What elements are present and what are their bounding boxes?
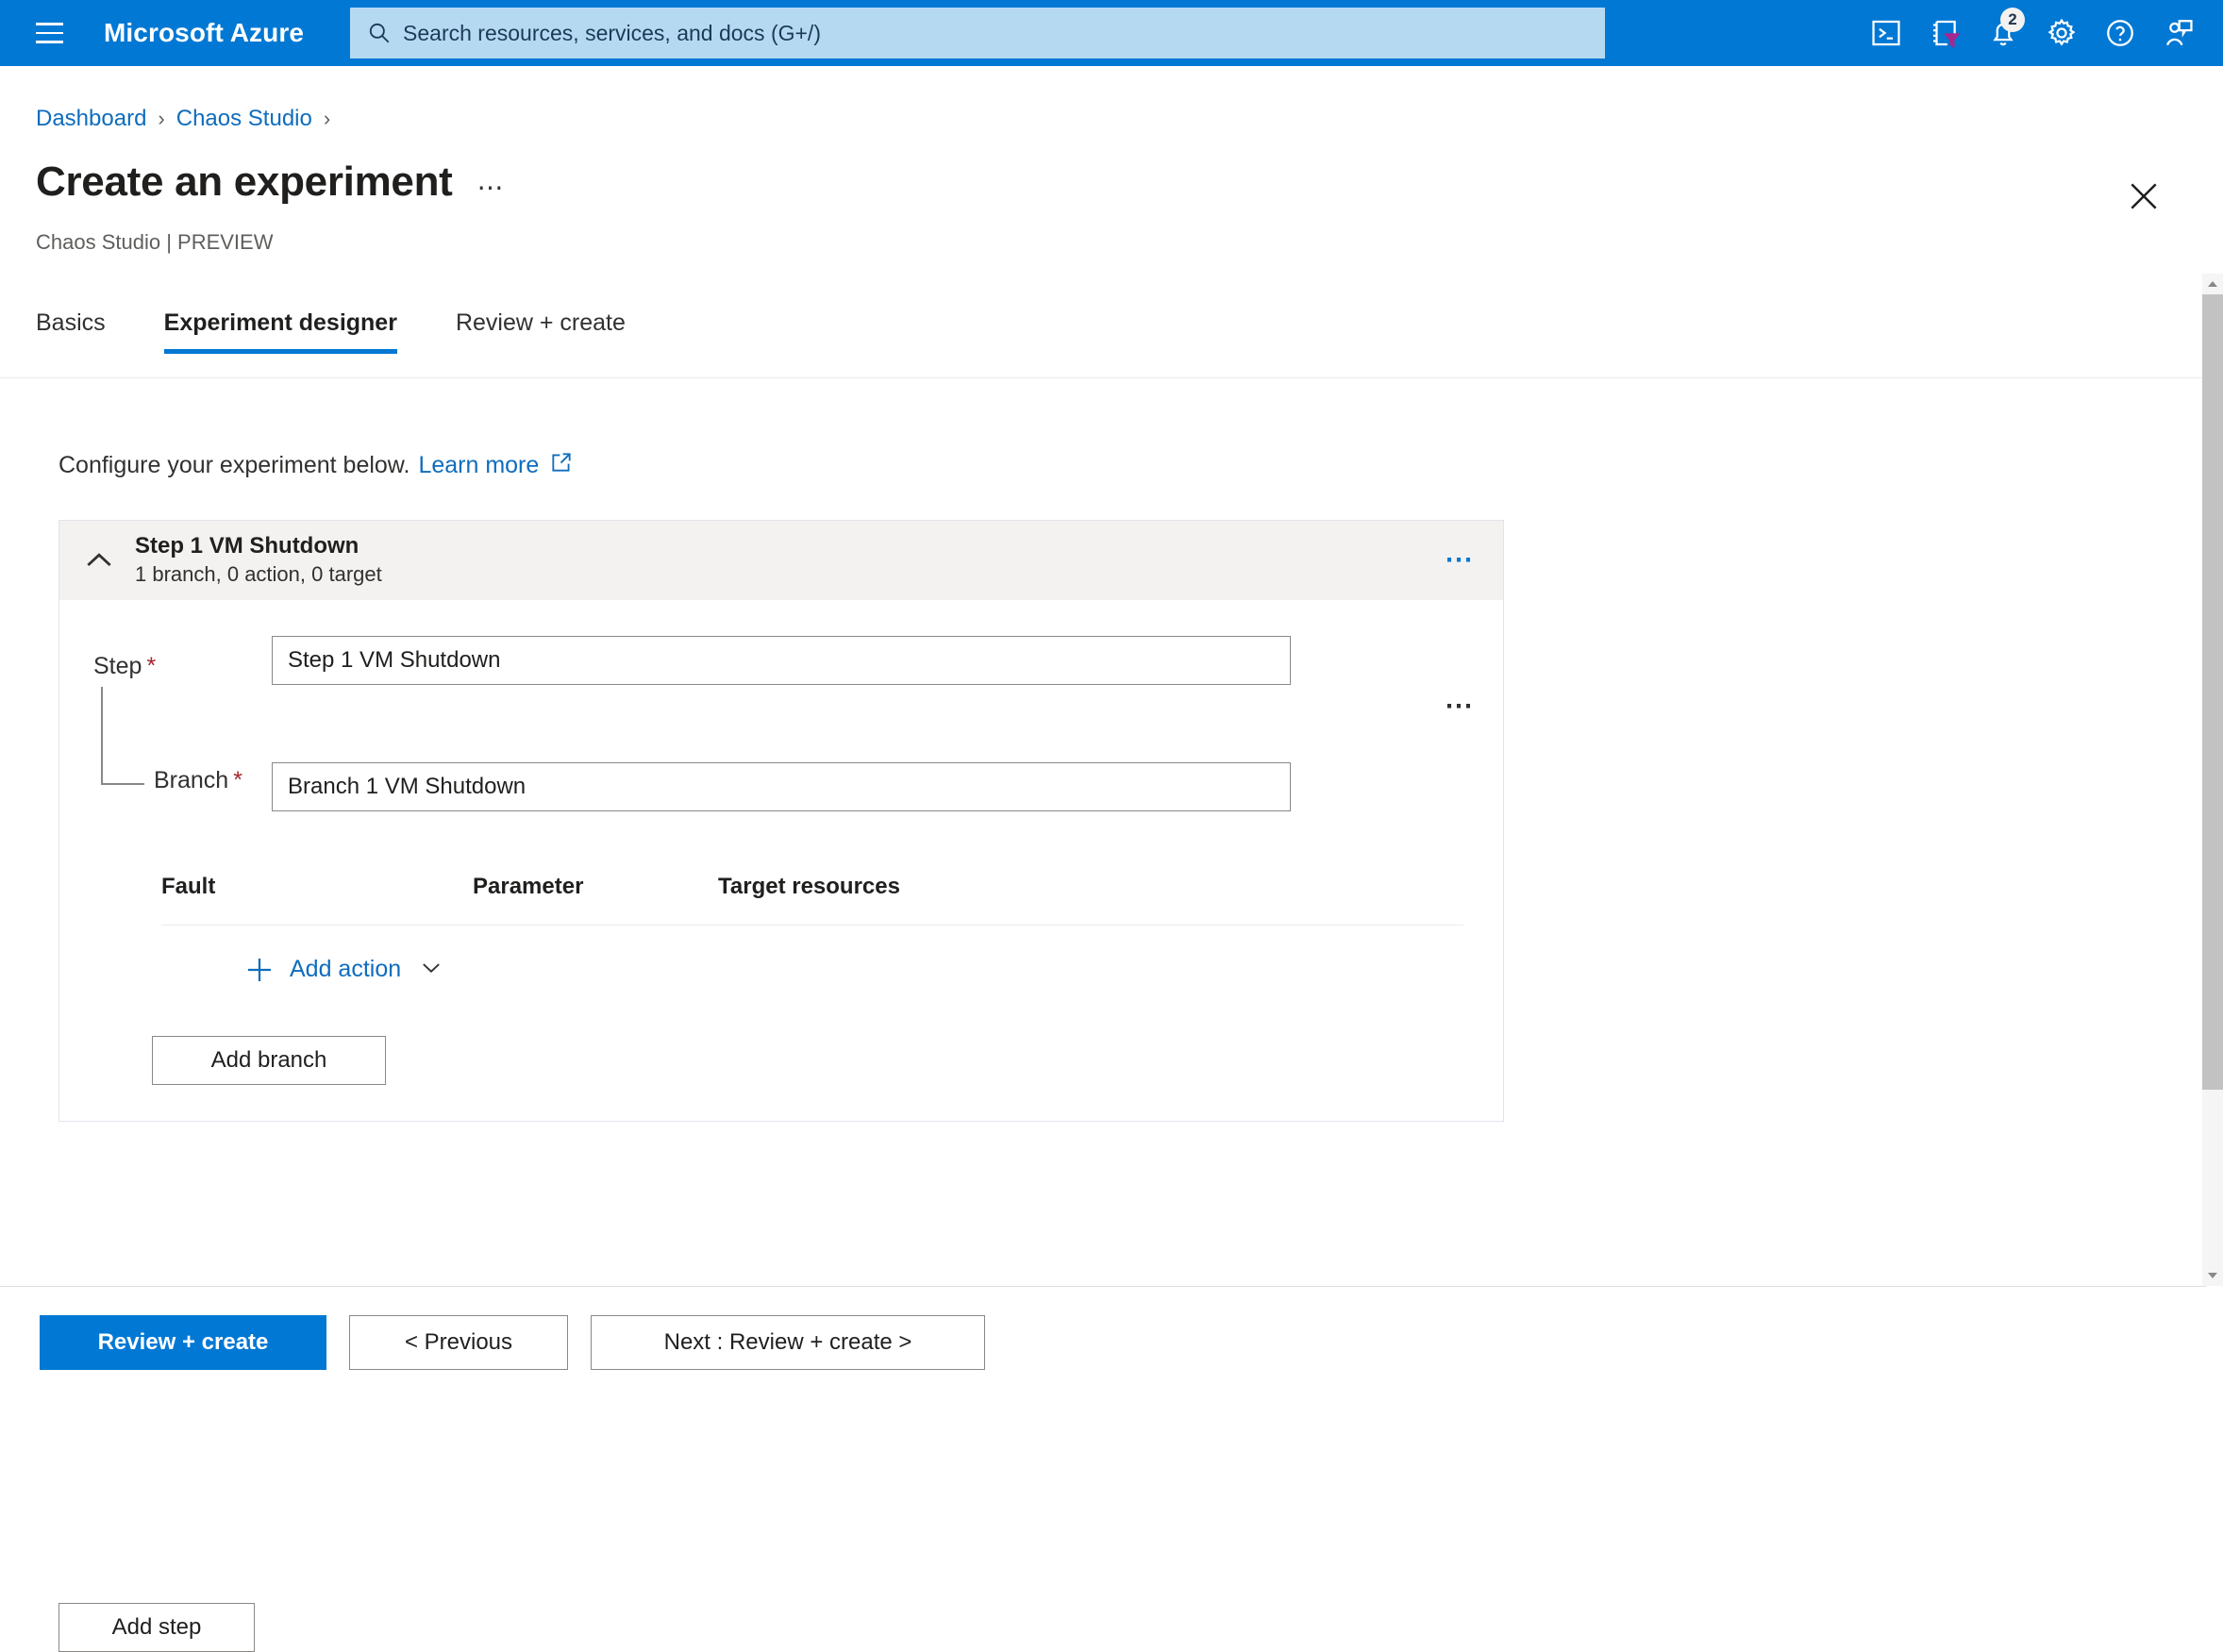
step-field-label: Step * bbox=[93, 653, 157, 679]
main-content: Configure your experiment below. Learn m… bbox=[0, 378, 2206, 1652]
step-context-menu-icon[interactable]: ⋯ bbox=[1445, 546, 1477, 575]
topbar-icon-group: 2 bbox=[1857, 0, 2208, 66]
add-branch-button[interactable]: Add branch bbox=[152, 1036, 386, 1085]
step-card-summary: 1 branch, 0 action, 0 target bbox=[135, 562, 382, 587]
settings-gear-icon[interactable] bbox=[2032, 0, 2091, 66]
page-subtitle: Chaos Studio | PREVIEW bbox=[36, 230, 274, 254]
chevron-up-icon[interactable] bbox=[80, 542, 118, 579]
feedback-icon[interactable] bbox=[2149, 0, 2208, 66]
column-header-parameter: Parameter bbox=[473, 874, 584, 899]
add-action-label: Add action bbox=[290, 956, 402, 982]
external-link-icon[interactable] bbox=[549, 450, 574, 481]
add-action-button[interactable]: Add action bbox=[244, 954, 444, 985]
page-header: Create an experiment ⋯ bbox=[36, 159, 507, 206]
step-name-input[interactable] bbox=[272, 636, 1291, 685]
plus-icon bbox=[248, 958, 271, 981]
actions-table-header: Fault Parameter Target resources bbox=[161, 874, 1463, 926]
step-card: Step 1 VM Shutdown 1 branch, 0 action, 0… bbox=[58, 520, 1504, 1122]
breadcrumb-item-chaos-studio[interactable]: Chaos Studio bbox=[176, 106, 312, 132]
global-search-box[interactable]: Search resources, services, and docs (G+… bbox=[350, 8, 1606, 58]
close-blade-icon[interactable] bbox=[2123, 175, 2164, 217]
required-asterisk: * bbox=[146, 653, 157, 679]
cloud-shell-icon[interactable] bbox=[1857, 0, 1915, 66]
step-card-header[interactable]: Step 1 VM Shutdown 1 branch, 0 action, 0… bbox=[59, 521, 1503, 600]
learn-more-link[interactable]: Learn more bbox=[418, 452, 539, 479]
branch-field-label: Branch * bbox=[154, 767, 242, 793]
intro-text-row: Configure your experiment below. Learn m… bbox=[58, 450, 574, 481]
column-header-fault: Fault bbox=[161, 874, 216, 899]
breadcrumb-item-dashboard[interactable]: Dashboard bbox=[36, 106, 146, 132]
azure-brand-logo[interactable]: Microsoft Azure bbox=[104, 18, 304, 48]
hamburger-menu-icon[interactable] bbox=[17, 0, 81, 66]
notification-count-badge: 2 bbox=[2000, 8, 2025, 32]
footer-action-bar: Review + create < Previous Next : Review… bbox=[0, 1287, 2206, 1419]
chevron-down-icon[interactable] bbox=[418, 954, 444, 985]
help-question-icon[interactable] bbox=[2091, 0, 2149, 66]
branch-name-input[interactable] bbox=[272, 762, 1291, 811]
next-review-create-button[interactable]: Next : Review + create > bbox=[591, 1315, 985, 1370]
scroll-down-arrow-icon[interactable] bbox=[2202, 1265, 2223, 1286]
notifications-bell-icon[interactable]: 2 bbox=[1974, 0, 2032, 66]
tab-bar: Basics Experiment designer Review + crea… bbox=[36, 302, 684, 354]
tab-experiment-designer[interactable]: Experiment designer bbox=[163, 302, 398, 354]
step-card-title: Step 1 VM Shutdown bbox=[135, 533, 359, 559]
scroll-up-arrow-icon[interactable] bbox=[2202, 274, 2223, 294]
search-icon bbox=[369, 23, 390, 43]
column-header-target-resources: Target resources bbox=[718, 874, 900, 899]
tree-connector-vertical bbox=[101, 687, 103, 784]
page-title: Create an experiment bbox=[36, 159, 453, 205]
scrollbar-thumb[interactable] bbox=[2202, 294, 2223, 1090]
required-asterisk: * bbox=[233, 767, 242, 793]
vertical-scrollbar[interactable] bbox=[2202, 274, 2223, 1286]
intro-text: Configure your experiment below. bbox=[58, 452, 410, 478]
review-create-button[interactable]: Review + create bbox=[40, 1315, 326, 1370]
page-more-menu-icon[interactable]: ⋯ bbox=[477, 162, 507, 203]
directory-filter-icon[interactable] bbox=[1915, 0, 1974, 66]
previous-button[interactable]: < Previous bbox=[349, 1315, 568, 1370]
step-card-header-text: Step 1 VM Shutdown 1 branch, 0 action, 0… bbox=[135, 532, 382, 589]
breadcrumb-separator: › bbox=[158, 107, 165, 130]
footer-button-group: Review + create < Previous Next : Review… bbox=[40, 1315, 985, 1370]
branch-context-menu-icon[interactable]: ⋯ bbox=[1445, 693, 1477, 721]
tab-basics[interactable]: Basics bbox=[36, 302, 106, 354]
tab-review-create[interactable]: Review + create bbox=[456, 302, 626, 354]
breadcrumb: Dashboard › Chaos Studio › bbox=[36, 106, 330, 132]
breadcrumb-separator: › bbox=[323, 107, 331, 130]
tree-connector-horizontal bbox=[101, 783, 144, 785]
add-step-button[interactable]: Add step bbox=[58, 1603, 255, 1652]
global-search-placeholder: Search resources, services, and docs (G+… bbox=[403, 20, 821, 45]
top-navigation-bar: Microsoft Azure Search resources, servic… bbox=[0, 0, 2223, 66]
step-card-body: Step* ⋯ Branch* Fault Parameter Target r… bbox=[59, 600, 1503, 1121]
